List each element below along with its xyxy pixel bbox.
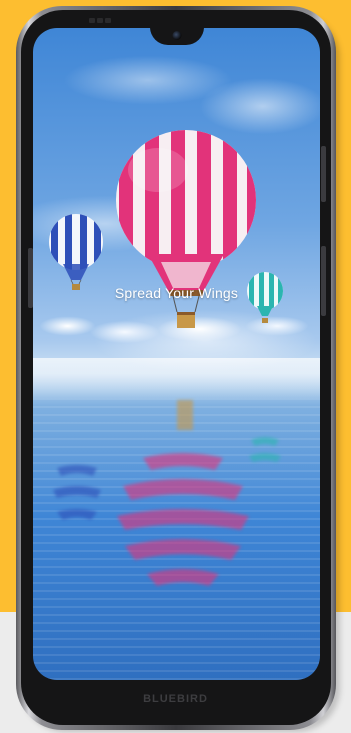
blue-balloon-reflection <box>53 465 101 520</box>
horizon-haze <box>33 358 320 398</box>
basket-reflection <box>177 400 193 430</box>
brand-label: BLUEBIRD <box>143 693 208 705</box>
home-screen[interactable]: Spread Your Wings <box>33 28 320 680</box>
screen-notch <box>149 28 204 45</box>
power-button[interactable] <box>321 246 326 316</box>
wallpaper-tagline: Spread Your Wings <box>114 285 239 301</box>
teal-balloon-reflection <box>249 437 281 462</box>
front-camera-icon <box>172 31 181 40</box>
side-button-top[interactable] <box>321 146 326 202</box>
earpiece-speaker-icon <box>89 18 111 23</box>
pink-balloon-reflection <box>117 453 249 586</box>
blue-balloon <box>49 214 103 290</box>
